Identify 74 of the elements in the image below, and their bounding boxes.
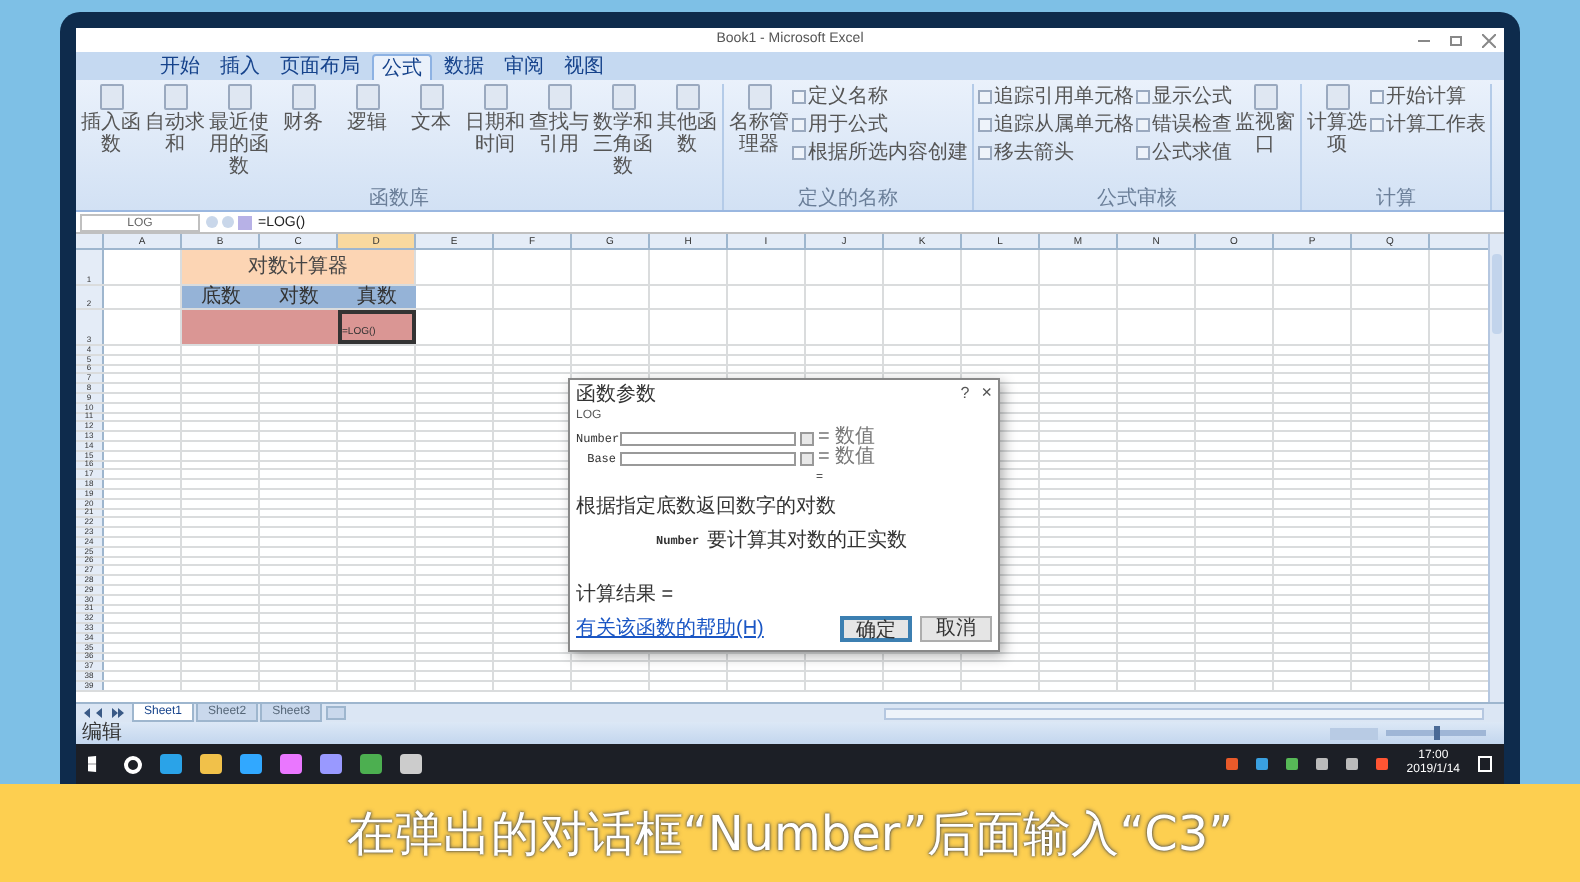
ribbon-tab[interactable]: 数据 — [436, 54, 492, 80]
ribbon-button[interactable]: 逻辑 — [336, 112, 398, 134]
table-cell: 对数 — [260, 286, 338, 308]
app-tile-icon[interactable] — [240, 754, 262, 774]
ribbon-group-label: 定义的名称 — [796, 188, 900, 210]
ribbon-button[interactable]: 文本 — [400, 112, 462, 134]
cancel-button[interactable]: 取消 — [920, 616, 992, 642]
table-cell: 对数计算器 — [182, 250, 416, 284]
minimize-icon[interactable] — [1418, 39, 1430, 41]
vertical-scrollbar[interactable] — [1488, 234, 1504, 702]
ribbon-group-label: 公式审核 — [1095, 188, 1179, 210]
ribbon-button[interactable]: 日期和时间 — [464, 112, 526, 156]
ribbon-button[interactable]: 其他函数 — [656, 112, 718, 156]
ribbon-button[interactable]: 移去箭头 — [994, 142, 1074, 164]
insert-function-icon[interactable] — [238, 215, 252, 229]
ribbon-tab[interactable]: 插入 — [212, 54, 268, 80]
ribbon-tab[interactable]: 公式 — [372, 54, 432, 80]
status-text: 编辑 — [82, 722, 122, 744]
ribbon-button[interactable]: 错误检查 — [1152, 114, 1232, 136]
subtitle-caption: 在弹出的对话框“Number”后面输入“C3” — [346, 803, 1234, 865]
calculation-result: 计算结果 = — [576, 581, 676, 610]
notification-icon[interactable] — [1478, 756, 1492, 772]
ribbon-button[interactable]: 用于公式 — [808, 114, 888, 136]
tray-icon[interactable] — [1376, 758, 1389, 770]
ok-button[interactable]: 确定 — [840, 616, 912, 642]
argument-description: 要计算其对数的正实数 — [707, 527, 908, 556]
ribbon-group-label: 计算 — [1374, 188, 1418, 210]
tray-icon[interactable] — [1286, 758, 1299, 770]
argument-result: = 数值 — [818, 448, 876, 468]
table-cell: 底数 — [182, 286, 260, 308]
ribbon-button[interactable]: 财务 — [272, 112, 334, 134]
tray-icon[interactable] — [1256, 758, 1269, 770]
close-icon[interactable] — [1482, 33, 1496, 47]
search-icon[interactable] — [124, 755, 142, 773]
ribbon-button[interactable]: 查找与引用 — [528, 112, 590, 156]
tray-icon[interactable] — [1316, 758, 1329, 770]
close-button[interactable]: × — [981, 380, 992, 408]
tray-icon[interactable] — [1346, 758, 1359, 770]
argument-result: = 数值 — [818, 428, 876, 448]
ribbon-button[interactable]: 插入函数 — [80, 112, 142, 156]
ribbon-button[interactable]: 公式求值 — [1152, 142, 1232, 164]
ribbon-button[interactable]: 数学和三角函数 — [592, 112, 654, 178]
ribbon-button[interactable]: 计算选项 — [1306, 112, 1368, 156]
ribbon-button[interactable]: 显示公式 — [1152, 86, 1232, 108]
ribbon-button[interactable]: 定义名称 — [808, 86, 888, 108]
zoom-slider-thumb[interactable] — [1433, 726, 1439, 740]
dialog-title: 函数参数 — [576, 381, 658, 409]
ribbon-button[interactable]: 开始计算 — [1386, 86, 1466, 108]
ribbon-tab[interactable]: 开始 — [152, 54, 208, 80]
help-link[interactable]: 有关该函数的帮助(H) — [576, 614, 832, 644]
ribbon-button[interactable]: 追踪引用单元格 — [994, 86, 1134, 108]
ribbon-group-label: 函数库 — [367, 188, 431, 210]
scroll-thumb-icon[interactable] — [1492, 254, 1502, 334]
ribbon-tab[interactable]: 审阅 — [496, 54, 552, 80]
argument-field[interactable] — [620, 451, 796, 465]
ribbon-button[interactable]: 追踪从属单元格 — [994, 114, 1134, 136]
help-button[interactable]: ? — [960, 382, 970, 406]
ribbon-button[interactable]: 计算工作表 — [1386, 114, 1486, 136]
ribbon-button[interactable]: 名称管理器 — [728, 112, 790, 156]
ribbon-button[interactable]: 最近使用的函数 — [208, 112, 270, 178]
argument-field[interactable] — [620, 431, 796, 445]
horizontal-scrollbar[interactable] — [884, 707, 1484, 719]
sheet-navigation-icon[interactable] — [82, 708, 126, 718]
app-tile-icon[interactable] — [280, 754, 302, 774]
ribbon-button[interactable]: 监视窗口 — [1234, 112, 1296, 156]
maximize-icon[interactable] — [1450, 35, 1462, 45]
ribbon-tab[interactable]: 页面布局 — [272, 54, 368, 80]
tray-icon[interactable] — [1226, 758, 1239, 770]
ribbon-button[interactable]: 自动求和 — [144, 112, 206, 156]
app-tile-icon[interactable] — [320, 754, 342, 774]
ribbon-button[interactable]: 根据所选内容创建 — [808, 142, 968, 164]
table-cell: 真数 — [338, 286, 416, 308]
function-description: 根据指定底数返回数字的对数 — [576, 493, 838, 522]
ribbon-tab[interactable]: 视图 — [556, 54, 612, 80]
